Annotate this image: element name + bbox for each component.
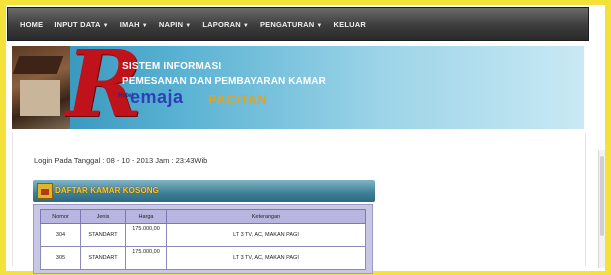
hotel-building-image xyxy=(12,46,70,129)
building-wall xyxy=(20,80,60,116)
chevron-down-icon: ▼ xyxy=(102,22,109,29)
chevron-down-icon: ▼ xyxy=(185,22,192,29)
room-icon xyxy=(37,183,53,199)
login-info: Login Pada Tanggal : 08 - 10 - 2013 Jam … xyxy=(34,156,208,165)
cell-keterangan: LT 3 TV, AC, MAKAN PAGI xyxy=(166,223,366,247)
cell-jenis: STANDART xyxy=(80,246,126,270)
cell-harga: 175.000,00 xyxy=(125,223,167,247)
chevron-down-icon: ▼ xyxy=(141,22,148,29)
building-roof xyxy=(12,56,64,74)
panel-title: DAFTAR KAMAR KOSONG xyxy=(55,186,159,195)
banner-title-line1: SISTEM INFORMASI xyxy=(122,61,222,72)
cell-nomor: 304 xyxy=(40,223,81,247)
banner-city: PACITAN xyxy=(208,92,268,107)
nav-item-label: KELUAR xyxy=(333,19,366,29)
nav-item-label: INPUT DATA xyxy=(54,19,101,29)
nav-item-label: HOME xyxy=(20,19,44,29)
table-row: 305 STANDART 175.000,00 LT 3 TV, AC, MAK… xyxy=(40,246,366,270)
column-header-nomor: Nomor xyxy=(40,209,81,224)
panel-header: DAFTAR KAMAR KOSONG xyxy=(33,180,375,202)
nav-item-input-data[interactable]: INPUT DATA ▼ xyxy=(54,20,108,29)
nav-item-napin[interactable]: NAPIN ▼ xyxy=(159,20,191,29)
banner-title-line2: PEMESANAN DAN PEMBAYARAN KAMAR xyxy=(122,76,326,87)
nav-item-label: PENGATURAN xyxy=(259,19,315,29)
rooms-table-container: Nomor Jenis Harga Keterangan 304 STANDAR… xyxy=(33,204,373,274)
banner-brand: emaja xyxy=(130,87,184,107)
nav-item-laporan[interactable]: LAPORAN ▼ xyxy=(202,20,249,29)
main-nav-bar: HOME INPUT DATA ▼ IMAH ▼ NAPIN ▼ LAPORAN ▼ P… xyxy=(7,7,589,41)
column-header-jenis: Jenis xyxy=(80,209,126,224)
chevron-down-icon: ▼ xyxy=(242,22,249,29)
nav-item-label: NAPIN xyxy=(158,19,184,29)
cell-jenis: STANDART xyxy=(80,223,126,247)
rooms-table: Nomor Jenis Harga Keterangan 304 STANDAR… xyxy=(40,209,366,270)
cell-keterangan: LT 3 TV, AC, MAKAN PAGI xyxy=(166,246,366,270)
column-header-harga: Harga xyxy=(125,209,167,224)
table-row: 304 STANDART 175.000,00 LT 3 TV, AC, MAK… xyxy=(40,223,366,247)
nav-item-home[interactable]: HOME xyxy=(20,20,43,29)
header-banner: R SISTEM INFORMASI PEMESANAN DAN PEMBAYA… xyxy=(12,46,584,129)
cell-harga: 175.000,00 xyxy=(125,246,167,270)
page-scrollbar[interactable] xyxy=(598,150,605,268)
nav-item-label: IMAH xyxy=(119,19,140,29)
table-header-row: Nomor Jenis Harga Keterangan xyxy=(40,209,366,224)
column-header-keterangan: Keterangan xyxy=(166,209,366,224)
scrollbar-thumb[interactable] xyxy=(600,156,604,236)
nav-item-pengaturan[interactable]: PENGATURAN ▼ xyxy=(260,20,323,29)
nav-item-imah[interactable]: IMAH ▼ xyxy=(120,20,148,29)
chevron-down-icon: ▼ xyxy=(316,22,323,29)
nav-item-label: LAPORAN xyxy=(202,19,241,29)
nav-item-keluar[interactable]: KELUAR xyxy=(334,20,366,29)
cell-nomor: 305 xyxy=(40,246,81,270)
